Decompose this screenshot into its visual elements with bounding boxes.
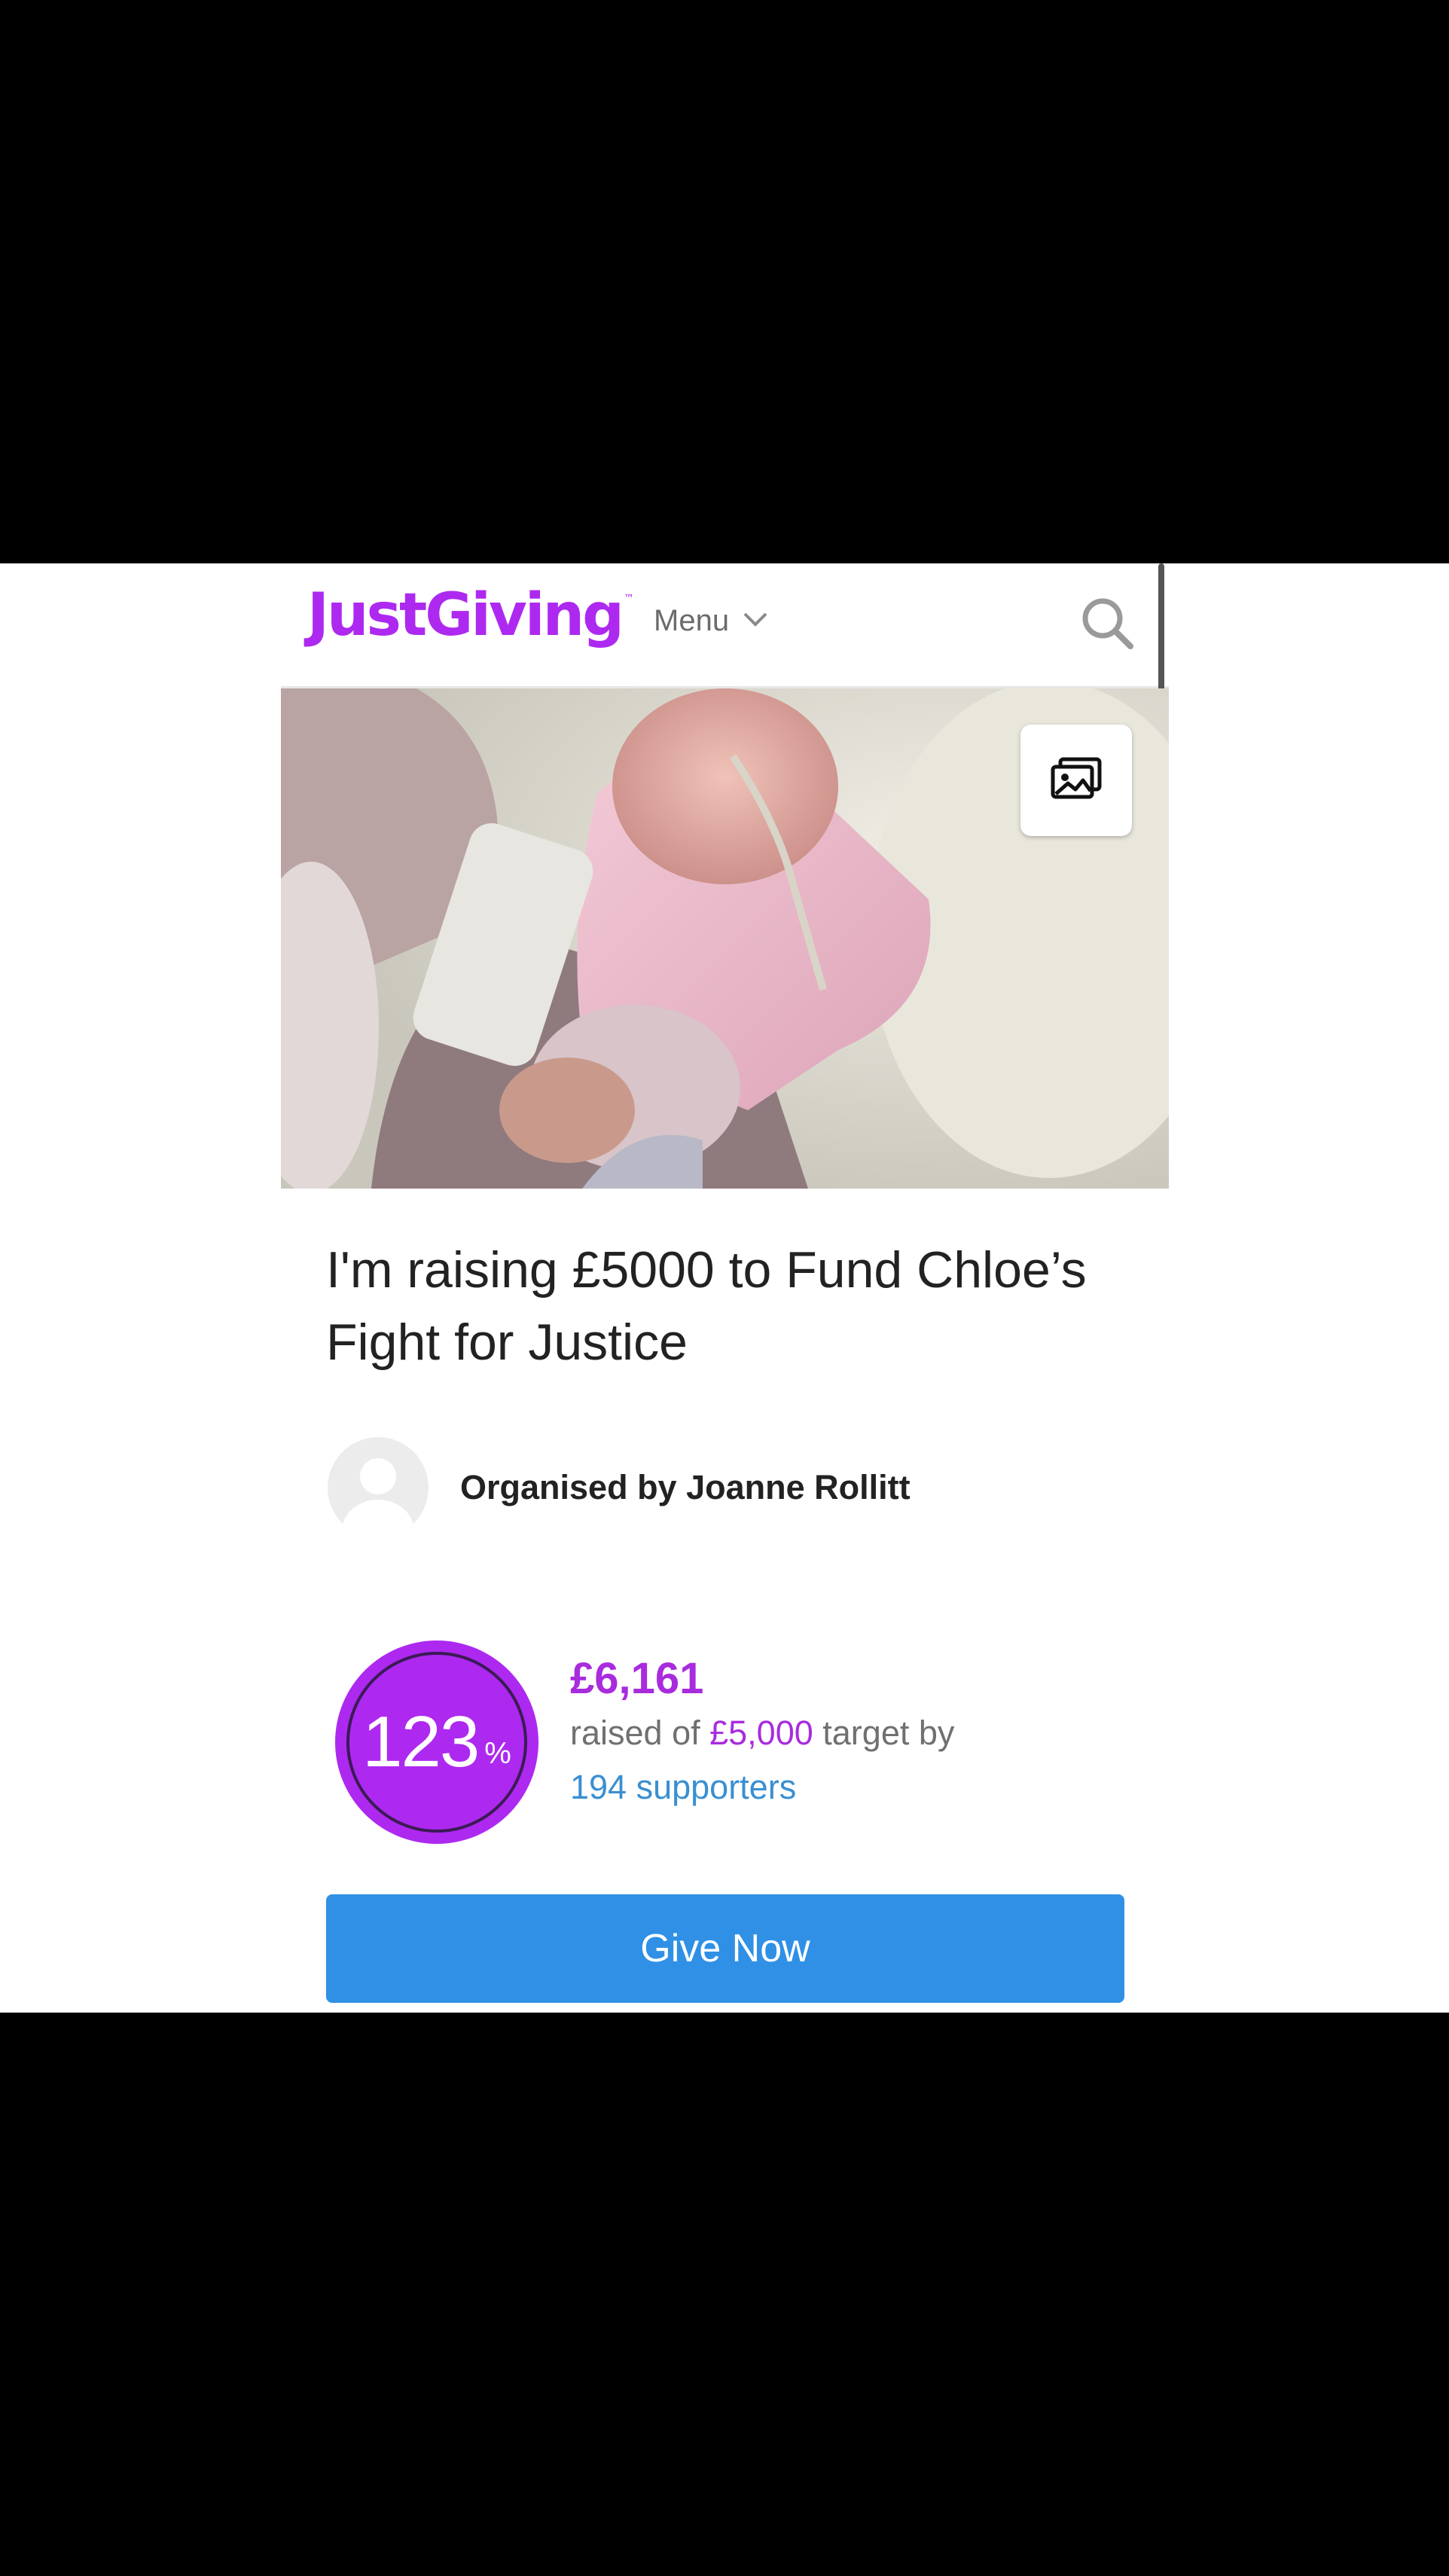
trademark: ™ [623, 593, 634, 605]
site-header: JustGiving ™ Menu [281, 563, 1169, 786]
organiser[interactable]: Organised by Joanne Rollitt [328, 1437, 911, 1538]
target-suffix: target by [822, 1714, 955, 1752]
progress-percent: 123 % [335, 1641, 538, 1844]
search-icon[interactable] [1078, 594, 1138, 654]
logo-text: JustGiving [307, 581, 624, 649]
justgiving-logo[interactable]: JustGiving ™ [307, 586, 634, 645]
browser-viewport: JustGiving ™ Menu I'm raising £5000 to F… [0, 563, 1449, 2013]
percent-value: 123 [362, 1702, 480, 1782]
fundraising-stats: £6,161 raised of £5,000 target by 194 su… [570, 1652, 954, 1814]
photo-gallery-button[interactable] [1020, 725, 1132, 836]
menu-label: Menu [654, 604, 730, 637]
amount-raised: £6,161 [570, 1654, 704, 1703]
target-line: raised of £5,000 target by [570, 1706, 954, 1760]
give-now-button[interactable]: Give Now [326, 1894, 1124, 2003]
chevron-down-icon [743, 611, 768, 631]
supporters-link[interactable]: 194 supporters [570, 1760, 954, 1814]
raised-prefix: raised of [570, 1714, 700, 1752]
progress-ring: 123 % [335, 1641, 538, 1844]
avatar [328, 1437, 429, 1538]
organiser-name: Organised by Joanne Rollitt [460, 1468, 911, 1506]
percent-sign: % [484, 1736, 511, 1770]
image-gallery-icon [1050, 756, 1103, 805]
target-amount: £5,000 [709, 1714, 813, 1752]
fundraising-page: JustGiving ™ Menu I'm raising £5000 to F… [281, 563, 1169, 2013]
hero-photo [281, 688, 1169, 1189]
menu-button[interactable]: Menu [654, 604, 768, 638]
page-title: I'm raising £5000 to Fund Chloe’s Fight … [326, 1241, 1087, 1371]
